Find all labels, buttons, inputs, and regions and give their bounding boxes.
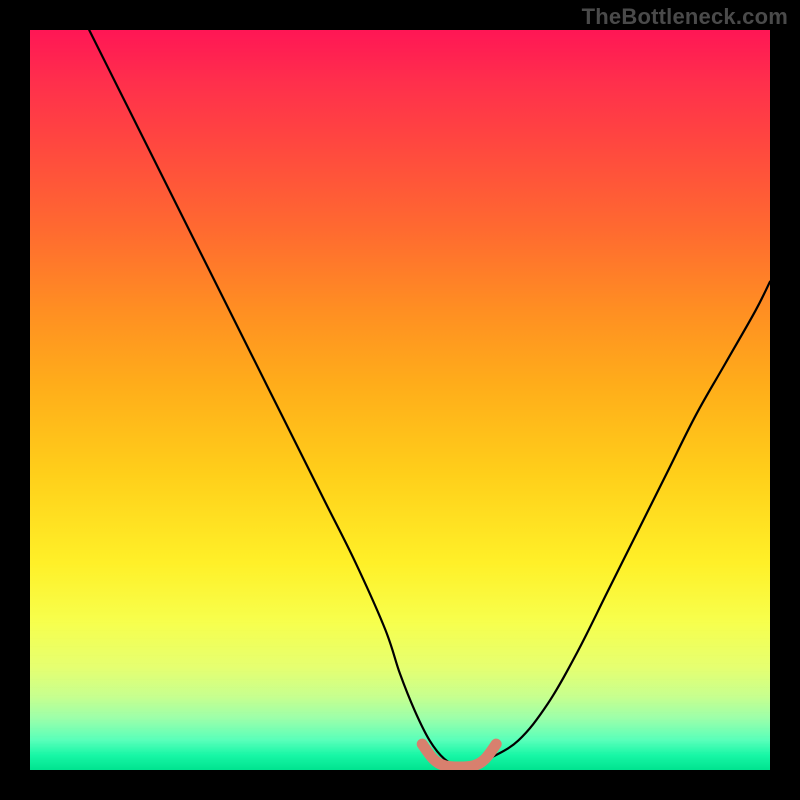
gradient-band: [30, 638, 770, 639]
gradient-band: [30, 687, 770, 688]
gradient-band: [30, 646, 770, 647]
gradient-band: [30, 655, 770, 656]
watermark-text: TheBottleneck.com: [582, 4, 788, 30]
background-gradient: [30, 30, 770, 770]
gradient-band: [30, 663, 770, 664]
plot-area: [30, 30, 770, 770]
chart-frame: TheBottleneck.com: [0, 0, 800, 800]
gradient-band: [30, 630, 770, 631]
gradient-band: [30, 752, 770, 753]
gradient-band: [30, 622, 770, 623]
gradient-band: [30, 736, 770, 737]
gradient-band: [30, 760, 770, 761]
gradient-band: [30, 712, 770, 713]
gradient-band: [30, 720, 770, 721]
gradient-band: [30, 671, 770, 672]
gradient-band: [30, 679, 770, 680]
gradient-band: [30, 744, 770, 745]
gradient-band: [30, 695, 770, 696]
gradient-band: [30, 728, 770, 729]
gradient-band: [30, 703, 770, 704]
